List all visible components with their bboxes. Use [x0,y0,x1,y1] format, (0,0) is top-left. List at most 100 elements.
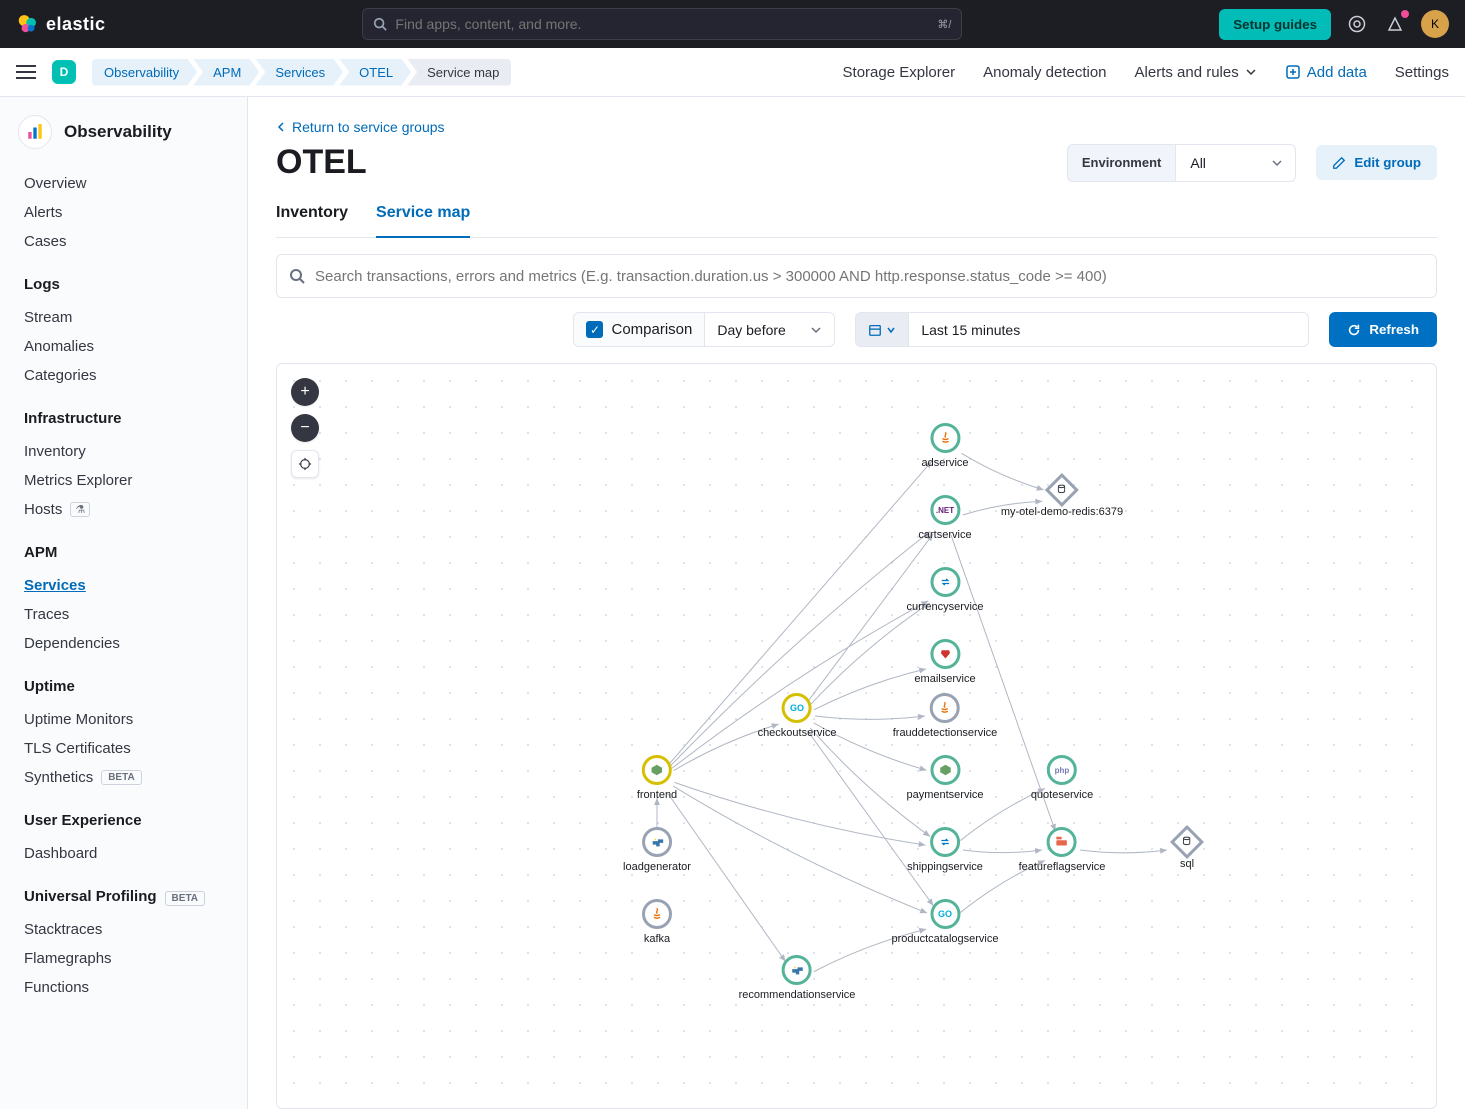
global-search-input[interactable] [395,16,937,32]
sidebar-section-user-experience: User Experience [24,812,247,829]
service-node-loadgenerator[interactable]: loadgenerator [623,827,691,873]
service-map[interactable]: + − adservice .NETcartservice currencyserv… [276,363,1437,1109]
service-node-sql[interactable]: sql [1175,830,1199,870]
query-input[interactable] [315,268,1424,285]
service-node-icon [930,755,960,785]
zoom-out-button[interactable]: − [291,414,319,442]
service-node-label: adservice [921,457,968,469]
sidebar-item-traces[interactable]: Traces [24,600,247,629]
settings-link[interactable]: Settings [1395,64,1449,81]
space-selector[interactable]: D [52,60,76,84]
add-data-link[interactable]: Add data [1285,64,1367,81]
sidebar-item-dashboard[interactable]: Dashboard [24,839,247,868]
zoom-in-button[interactable]: + [291,378,319,406]
comparison-label: Comparison [611,321,692,338]
sidebar-item-anomalies[interactable]: Anomalies [24,332,247,361]
observability-icon [18,115,52,149]
storage-explorer-link[interactable]: Storage Explorer [843,64,956,81]
sidebar-item-flamegraphs[interactable]: Flamegraphs [24,944,247,973]
add-data-icon [1285,64,1301,80]
service-node-recommendationservice[interactable]: recommendationservice [739,955,856,1001]
service-node-emailservice[interactable]: emailservice [914,639,975,685]
crumb-apm[interactable]: APM [193,59,259,86]
service-node-icon [642,755,672,785]
crumb-otel[interactable]: OTEL [339,59,411,86]
service-node-checkoutservice[interactable]: GOcheckoutservice [758,693,837,739]
sidebar-item-label: Synthetics [24,769,93,786]
anomaly-detection-link[interactable]: Anomaly detection [983,64,1106,81]
service-node-quoteservice[interactable]: phpquoteservice [1031,755,1093,801]
date-range-value: Last 15 minutes [921,322,1020,338]
service-node-cartservice[interactable]: .NETcartservice [918,495,971,541]
comparison-toggle[interactable]: ✓ Comparison [573,312,705,347]
sidebar-item-inventory[interactable]: Inventory [24,437,247,466]
sidebar-item-alerts[interactable]: Alerts [24,198,247,227]
service-node-featureflagservice[interactable]: featureflagservice [1019,827,1106,873]
service-node-label: paymentservice [906,789,983,801]
sidebar-item-label: Stacktraces [24,921,102,938]
calendar-icon [868,323,882,337]
service-node-currencyservice[interactable]: currencyservice [906,567,983,613]
comparison-control: ✓ Comparison Day before [573,312,835,347]
crumb-observability[interactable]: Observability [92,59,197,86]
comparison-select[interactable]: Day before [705,312,835,347]
sidebar-section-universal-profiling: Universal ProfilingBETA [24,888,247,905]
sidebar-item-hosts[interactable]: Hosts⚗ [24,495,247,524]
global-search[interactable]: ⌘/ [362,8,962,40]
brand[interactable]: elastic [16,13,106,35]
edit-group-button[interactable]: Edit group [1316,145,1437,180]
sidebar-item-synthetics[interactable]: SyntheticsBETA [24,763,247,792]
sidebar-item-overview[interactable]: Overview [24,169,247,198]
crumb-services[interactable]: Services [255,59,343,86]
service-node-adservice[interactable]: adservice [921,423,968,469]
title-row: OTEL Environment All Edit group [276,143,1437,182]
service-node-shippingservice[interactable]: shippingservice [907,827,983,873]
chevron-down-icon [1245,66,1257,78]
global-header: elastic ⌘/ Setup guides K [0,0,1465,48]
query-bar[interactable] [276,254,1437,298]
sidebar-item-stream[interactable]: Stream [24,303,247,332]
service-node-icon [930,423,960,453]
date-quick-button[interactable] [855,312,909,347]
help-icon[interactable] [1345,12,1369,36]
service-node-icon [642,827,672,857]
chevron-down-icon [810,324,822,336]
sidebar-item-tls-certificates[interactable]: TLS Certificates [24,734,247,763]
nav-toggle-icon[interactable] [16,65,36,79]
sidebar-item-label: Metrics Explorer [24,472,132,489]
environment-select[interactable]: Environment All [1067,144,1296,182]
service-node-frontend[interactable]: frontend [637,755,677,801]
service-node-productcatalogservice[interactable]: GOproductcatalogservice [891,899,998,945]
avatar[interactable]: K [1421,10,1449,38]
sidebar-item-metrics-explorer[interactable]: Metrics Explorer [24,466,247,495]
setup-guides-button[interactable]: Setup guides [1219,9,1331,40]
return-link[interactable]: Return to service groups [276,119,1437,135]
service-node-label: emailservice [914,673,975,685]
tab-inventory[interactable]: Inventory [276,194,348,237]
service-node-paymentservice[interactable]: paymentservice [906,755,983,801]
service-node-icon [930,827,960,857]
zoom-fit-button[interactable] [291,450,319,478]
side-nav-title-row[interactable]: Observability [18,115,247,149]
sidebar-item-uptime-monitors[interactable]: Uptime Monitors [24,705,247,734]
newsfeed-icon[interactable] [1383,12,1407,36]
add-data-label: Add data [1307,64,1367,81]
service-node-kafka[interactable]: kafka [642,899,672,945]
tab-service-map[interactable]: Service map [376,194,470,238]
sidebar-item-stacktraces[interactable]: Stacktraces [24,915,247,944]
sidebar-item-cases[interactable]: Cases [24,227,247,256]
refresh-button[interactable]: Refresh [1329,312,1437,347]
sidebar-item-categories[interactable]: Categories [24,361,247,390]
page-title: OTEL [276,143,367,182]
sidebar-item-services[interactable]: Services [24,571,247,600]
sidebar-item-label: Dependencies [24,635,120,652]
service-node-frauddetectionservice[interactable]: frauddetectionservice [893,693,998,739]
alerts-rules-menu[interactable]: Alerts and rules [1135,64,1257,81]
sidebar-item-dependencies[interactable]: Dependencies [24,629,247,658]
date-range-input[interactable]: Last 15 minutes [909,312,1309,347]
sidebar-section-apm: APM [24,544,247,561]
service-node-redis[interactable]: my-otel-demo-redis:6379 [1001,478,1123,518]
sidebar-item-functions[interactable]: Functions [24,973,247,1002]
service-node-label: shippingservice [907,861,983,873]
service-node-label: quoteservice [1031,789,1093,801]
